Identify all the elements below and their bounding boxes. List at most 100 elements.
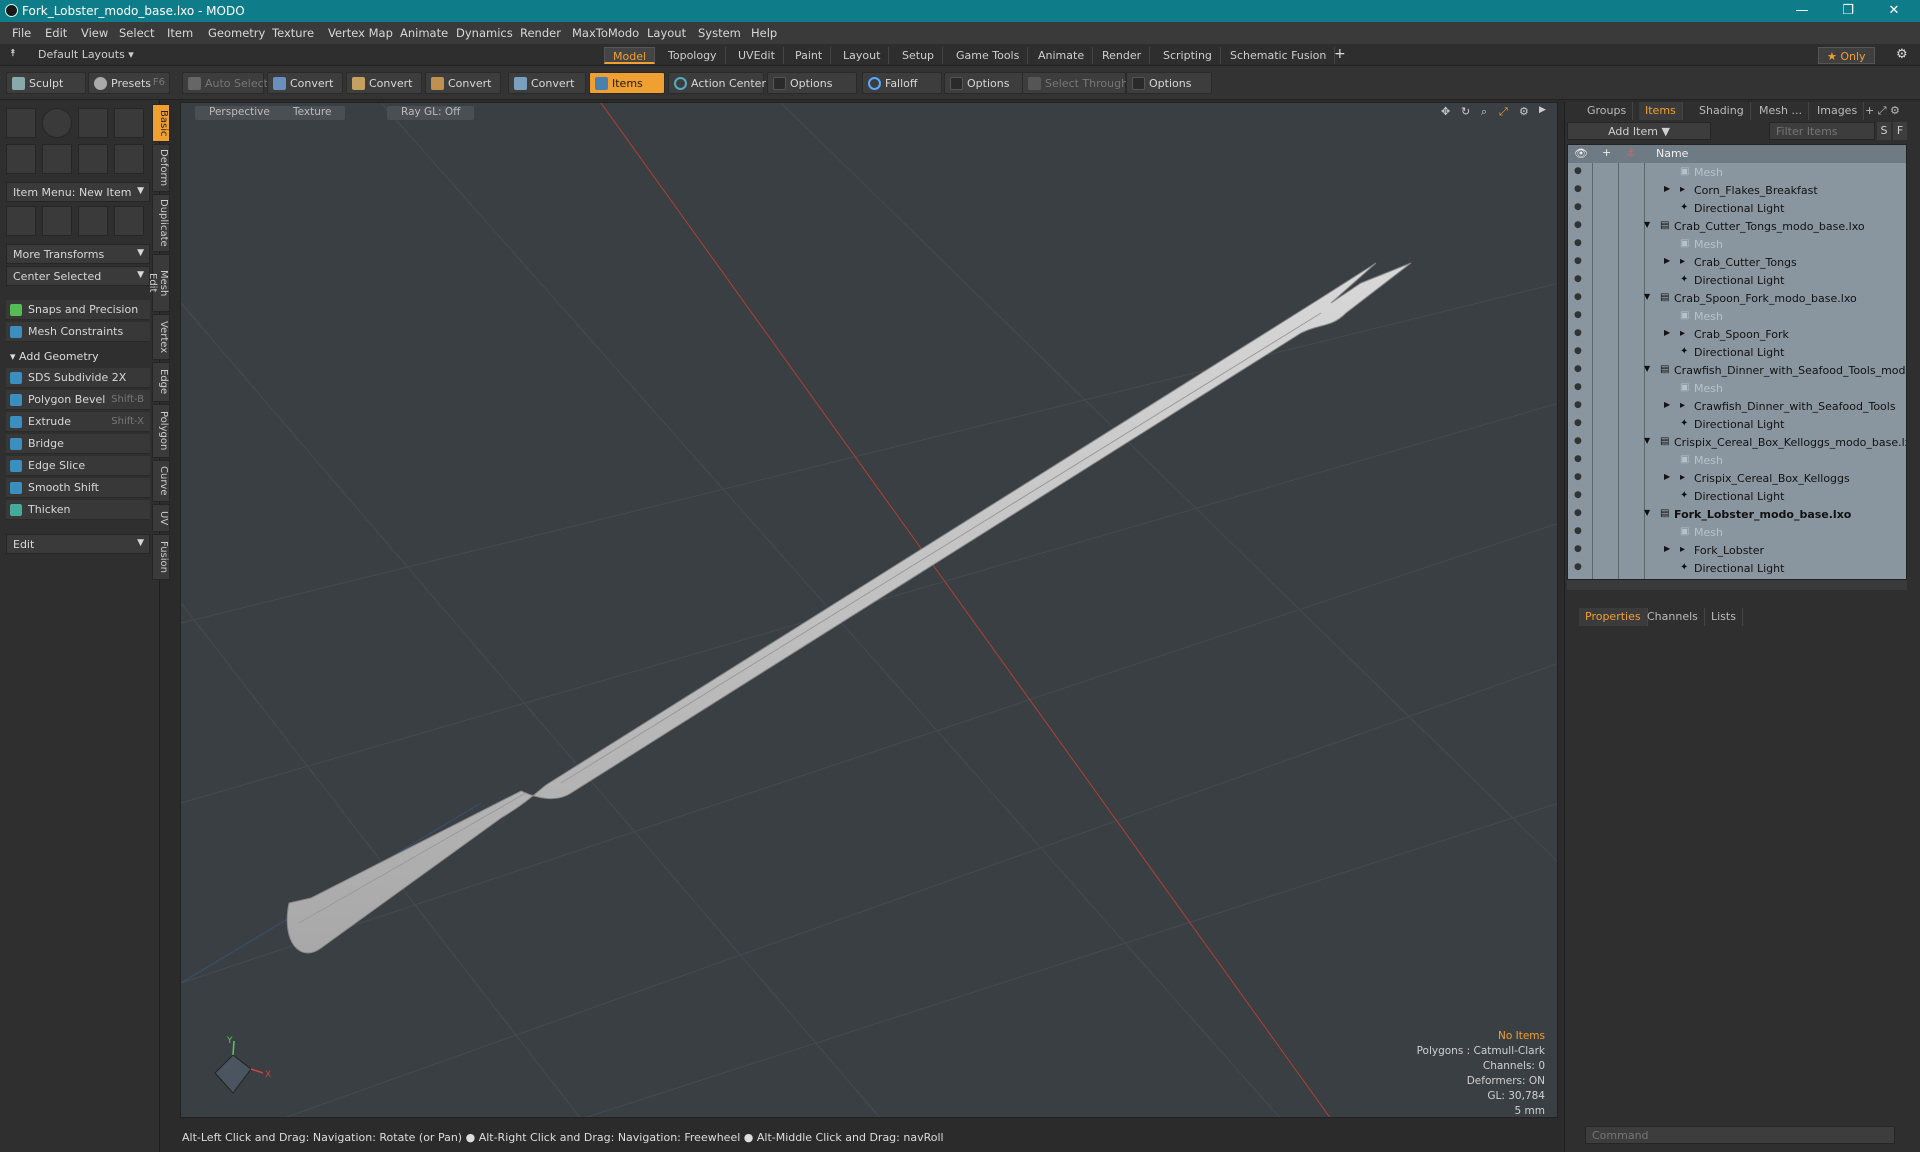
tab-game-tools[interactable]: Game Tools: [948, 47, 1029, 64]
visibility-eye-icon[interactable]: ●: [1574, 184, 1585, 195]
item-row[interactable]: ● ▣ Mesh: [1568, 451, 1906, 469]
mesh-constraints-button[interactable]: Mesh Constraints: [6, 322, 150, 342]
ray-gl-toggle[interactable]: Ray GL: Off: [387, 106, 475, 120]
snaps-precision-button[interactable]: Snaps and Precision: [6, 300, 150, 320]
items-mode-button[interactable]: Items: [589, 72, 665, 94]
sds-subdivide-button[interactable]: SDS Subdivide 2X: [6, 368, 150, 388]
expand-arrow-icon[interactable]: ▼: [1644, 508, 1650, 517]
tab-lists[interactable]: Lists: [1705, 608, 1743, 626]
scale-tool-icon[interactable]: [114, 206, 144, 236]
rotate-view-icon[interactable]: ↻: [1461, 105, 1470, 118]
visibility-eye-icon[interactable]: ●: [1574, 418, 1585, 429]
collapsed-arrow-icon[interactable]: ▶: [1664, 328, 1670, 337]
tab-images[interactable]: Images: [1811, 102, 1865, 120]
collapsed-arrow-icon[interactable]: ▶: [1664, 544, 1670, 553]
item-row[interactable]: ● ✦ Directional Light: [1568, 559, 1906, 577]
menu-layout[interactable]: Layout: [647, 26, 686, 40]
edit-dropdown[interactable]: Edit ▼: [6, 534, 150, 554]
visibility-eye-icon[interactable]: ●: [1574, 220, 1585, 231]
tab-items[interactable]: Items: [1639, 102, 1683, 120]
visibility-eye-icon[interactable]: ●: [1574, 526, 1585, 537]
gear-icon[interactable]: ⚙: [1896, 47, 1908, 62]
polygon-bevel-button[interactable]: Polygon Bevel Shift-B: [6, 390, 150, 410]
cylinder-primitive-icon[interactable]: [78, 108, 108, 138]
menu-edit[interactable]: Edit: [45, 26, 67, 40]
panel-options-icon[interactable]: + ⤢ ⚙: [1865, 104, 1900, 118]
view-perspective-dropdown[interactable]: Perspective: [195, 106, 284, 120]
item-tree[interactable]: 👁 + ⚓ Name ● ▣ Mesh ● ▶ ▸ Corn_Flakes_Breakfas…: [1567, 144, 1907, 580]
grid-tool-icon[interactable]: [42, 206, 72, 236]
tab-schematic-fusion[interactable]: Schematic Fusion: [1222, 47, 1336, 64]
visibility-eye-icon[interactable]: ●: [1574, 274, 1585, 285]
menu-select[interactable]: Select: [119, 26, 154, 40]
visibility-eye-icon[interactable]: ●: [1574, 364, 1585, 375]
pan-view-icon[interactable]: ✥: [1441, 105, 1450, 118]
item-row[interactable]: ● ▼ ▤ Crawfish_Dinner_with_Seafood_Tools_mo…: [1568, 361, 1906, 379]
expand-arrow-icon[interactable]: ▼: [1644, 220, 1650, 229]
item-row[interactable]: ● ▣ Mesh: [1568, 307, 1906, 325]
more-transforms-dropdown[interactable]: More Transforms ▼: [6, 244, 150, 264]
tab-scripting[interactable]: Scripting: [1155, 47, 1221, 64]
side-tab-basic[interactable]: Basic: [152, 104, 170, 142]
move-tool-icon[interactable]: [6, 206, 36, 236]
side-tab-curve[interactable]: Curve: [152, 460, 170, 502]
item-row[interactable]: ● ▶ ▸ Crawfish_Dinner_with_Seafood_Tools: [1568, 397, 1906, 415]
side-tab-deform[interactable]: Deform: [152, 144, 170, 192]
text-primitive-icon[interactable]: [114, 144, 144, 174]
tab-properties[interactable]: Properties: [1579, 608, 1648, 626]
extrude-button[interactable]: Extrude Shift-X: [6, 412, 150, 432]
item-row[interactable]: ● ▼ ▤ Fork_Lobster_modo_base.lxo: [1568, 505, 1906, 523]
falloff-options-button[interactable]: Options: [944, 72, 1024, 94]
menu-animate[interactable]: Animate: [400, 26, 448, 40]
side-tab-fusion[interactable]: Fusion: [152, 534, 170, 580]
visibility-eye-icon[interactable]: ●: [1574, 562, 1585, 573]
f-button[interactable]: F: [1893, 122, 1907, 140]
item-row[interactable]: ● ✦ Directional Light: [1568, 343, 1906, 361]
add-tab-button[interactable]: +: [1334, 46, 1346, 62]
tab-animate[interactable]: Animate: [1030, 47, 1094, 64]
side-tab-vertex[interactable]: Vertex: [152, 314, 170, 360]
menu-maxtomodo[interactable]: MaxToModo: [572, 26, 639, 40]
menu-view[interactable]: View: [81, 26, 108, 40]
menu-texture[interactable]: Texture: [272, 26, 314, 40]
tab-mesh[interactable]: Mesh ...: [1753, 102, 1809, 120]
item-row[interactable]: ● ▣ Mesh: [1568, 163, 1906, 181]
side-tab-mesh-edit[interactable]: Mesh Edit: [147, 254, 170, 312]
visibility-eye-icon[interactable]: ●: [1574, 256, 1585, 267]
item-row[interactable]: ● ✦ Directional Light: [1568, 199, 1906, 217]
visibility-eye-icon[interactable]: ●: [1574, 382, 1585, 393]
visibility-eye-icon[interactable]: ●: [1574, 508, 1585, 519]
item-menu-dropdown[interactable]: Item Menu: New Item ▼: [6, 182, 150, 202]
side-tab-uv[interactable]: UV: [152, 504, 170, 532]
center-selected-dropdown[interactable]: Center Selected ▼: [6, 266, 150, 286]
add-geometry-header[interactable]: ▾ Add Geometry: [10, 350, 99, 363]
convert-polygons-button[interactable]: Convert: [425, 72, 501, 94]
add-item-dropdown[interactable]: Add Item ▼: [1567, 122, 1711, 140]
item-row[interactable]: ● ▶ ▸ Fork_Lobster: [1568, 541, 1906, 559]
collapsed-arrow-icon[interactable]: ▶: [1664, 184, 1670, 193]
expand-arrow-icon[interactable]: ▼: [1644, 292, 1650, 301]
visibility-eye-icon[interactable]: ●: [1574, 328, 1585, 339]
side-tab-polygon[interactable]: Polygon: [152, 404, 170, 458]
item-row[interactable]: ● ▣ Mesh: [1568, 379, 1906, 397]
capsule-primitive-icon[interactable]: [42, 144, 72, 174]
visibility-eye-icon[interactable]: ●: [1574, 346, 1585, 357]
collapsed-arrow-icon[interactable]: ▶: [1664, 472, 1670, 481]
edge-slice-button[interactable]: Edge Slice: [6, 456, 150, 476]
visibility-eye-icon[interactable]: ●: [1574, 490, 1585, 501]
menu-geometry[interactable]: Geometry: [208, 26, 265, 40]
layout-collapse-icon[interactable]: ⯭: [10, 48, 16, 59]
tab-topology[interactable]: Topology: [660, 47, 726, 64]
visibility-eye-icon[interactable]: ●: [1574, 166, 1585, 177]
item-row[interactable]: ● ▣ Mesh: [1568, 523, 1906, 541]
tab-channels[interactable]: Channels: [1641, 608, 1705, 626]
convert-items-button[interactable]: Convert: [508, 72, 586, 94]
tab-uvedit[interactable]: UVEdit: [730, 47, 784, 64]
tab-render[interactable]: Render: [1094, 47, 1151, 64]
item-row[interactable]: ● ✦ Directional Light: [1568, 271, 1906, 289]
light-primitive-icon[interactable]: [78, 144, 108, 174]
cone-primitive-icon[interactable]: [114, 108, 144, 138]
render-column-icon[interactable]: ⚓: [1626, 146, 1636, 159]
s-button[interactable]: S: [1877, 122, 1891, 140]
item-row[interactable]: ● ✦ Directional Light: [1568, 487, 1906, 505]
